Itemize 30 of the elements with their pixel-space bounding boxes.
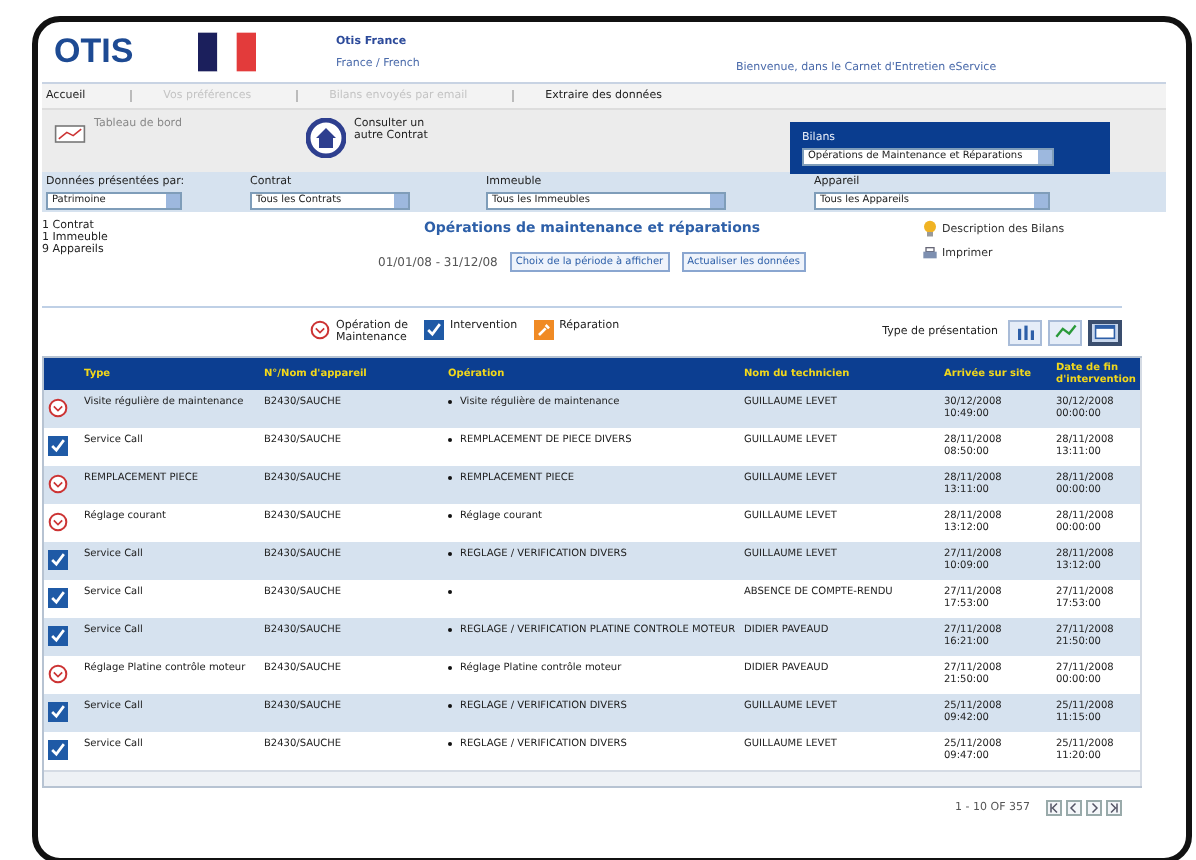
wrench-icon	[533, 320, 554, 340]
table-view-button[interactable]	[1088, 319, 1122, 345]
home-icon	[306, 118, 346, 158]
first-page-button[interactable]	[1046, 800, 1062, 816]
maintenance-icon	[48, 398, 68, 418]
maintenance-icon	[48, 474, 68, 494]
lightbulb-icon	[922, 220, 938, 238]
checkbox-icon	[48, 702, 68, 722]
previous-page-button[interactable]	[1066, 800, 1082, 816]
next-page-button[interactable]	[1086, 800, 1102, 816]
printer-icon	[922, 244, 938, 262]
first-page-icon	[1048, 802, 1060, 814]
line-chart-icon	[1053, 324, 1077, 340]
checkbox-icon	[424, 320, 444, 340]
previous-page-icon	[1068, 802, 1080, 814]
horizontal-scrollbar[interactable]	[44, 770, 1140, 786]
last-page-icon	[1108, 802, 1120, 814]
last-page-button[interactable]	[1106, 800, 1122, 816]
checkbox-icon	[48, 626, 68, 646]
checkbox-icon	[48, 550, 68, 570]
flag-icon	[198, 32, 256, 72]
maintenance-icon	[310, 320, 330, 340]
line-chart-button[interactable]	[1048, 319, 1082, 345]
vertical-scrollbar[interactable]	[1140, 358, 1142, 786]
bar-chart-button[interactable]	[1008, 319, 1042, 345]
table-icon	[1094, 324, 1116, 340]
bar-chart-icon	[1013, 324, 1037, 340]
otis-logo: OTIS	[54, 32, 136, 72]
dashboard-icon	[54, 124, 86, 144]
next-page-icon	[1088, 802, 1100, 814]
